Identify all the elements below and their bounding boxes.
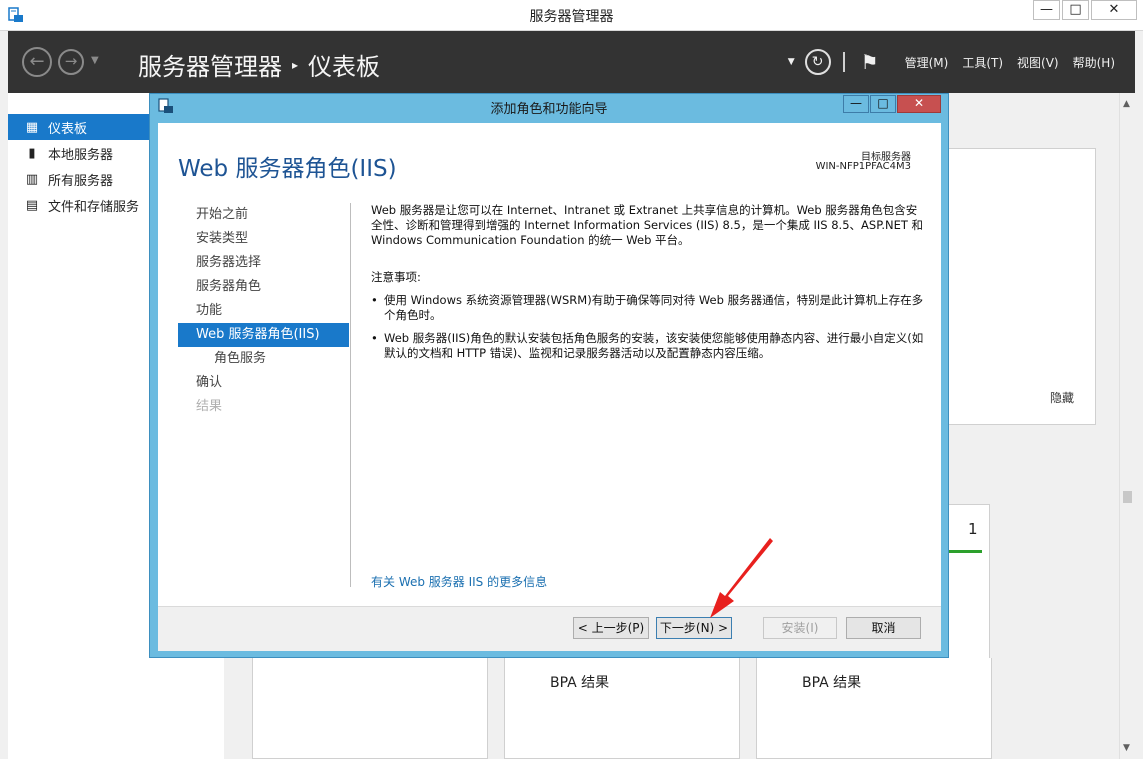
page-title: Web 服务器角色(IIS) [178, 156, 397, 182]
breadcrumb-root: 服务器管理器 [138, 53, 282, 81]
notes-title: 注意事项: [371, 270, 421, 284]
scroll-up-icon[interactable]: ▲ [1123, 99, 1130, 109]
scrollbar-thumb[interactable] [1123, 491, 1132, 503]
tile-count[interactable]: 1 [968, 520, 978, 538]
maximize-button[interactable]: □ [1062, 0, 1089, 20]
step-web-server-role[interactable]: Web 服务器角色(IIS) [178, 323, 349, 347]
tile-1 [252, 658, 488, 759]
bullet-icon: • [371, 293, 378, 307]
sidebar-item-label: 所有服务器 [48, 173, 114, 189]
window-titlebar: 服务器管理器 — □ ✕ [0, 0, 1143, 31]
step-confirmation[interactable]: 确认 [178, 371, 349, 395]
header-dropdown-icon[interactable]: ▼ [788, 57, 795, 67]
close-button[interactable]: ✕ [1091, 0, 1137, 20]
history-dropdown-icon[interactable]: ▼ [91, 55, 99, 66]
previous-button[interactable]: < 上一步(P) [573, 617, 649, 639]
wizard-titlebar: 添加角色和功能向导 — □ ✕ [150, 94, 948, 118]
note-text: Web 服务器(IIS)角色的默认安装包括角色服务的安装，该安装使您能够使用静态… [384, 331, 924, 360]
tile-3 [756, 658, 992, 759]
wizard-close-button[interactable]: ✕ [897, 95, 941, 113]
step-installation-type[interactable]: 安装类型 [178, 227, 349, 251]
scroll-down-icon[interactable]: ▼ [1123, 743, 1130, 753]
more-info-link[interactable]: 有关 Web 服务器 IIS 的更多信息 [371, 573, 547, 590]
wizard-title: 添加角色和功能向导 [490, 102, 608, 117]
list-item: • 使用 Windows 系统资源管理器(WSRM)有助于确保等同对待 Web … [371, 293, 927, 323]
notifications-flag-icon[interactable]: ⚑ [861, 50, 879, 74]
menu-manage[interactable]: 管理(M) [905, 54, 949, 71]
dashboard-icon: ▦ [25, 119, 39, 135]
target-server-value: WIN-NFP1PFAC4M3 [815, 161, 911, 172]
wizard-maximize-button[interactable]: □ [870, 95, 896, 113]
refresh-icon[interactable]: ↻ [804, 49, 831, 75]
menu-help[interactable]: 帮助(H) [1073, 54, 1115, 71]
minimize-button[interactable]: — [1033, 0, 1060, 20]
wizard-footer: < 上一步(P) 下一步(N) > 安装(I) 取消 [158, 606, 941, 651]
steps-divider [350, 203, 351, 587]
window-title: 服务器管理器 [529, 9, 614, 25]
sidebar-item-label: 本地服务器 [48, 147, 114, 163]
role-description: Web 服务器是让您可以在 Internet、Intranet 或 Extran… [371, 203, 924, 247]
app-header: ← → ▼ 服务器管理器 ▸ 仪表板 ▼ ↻ ⚑ 管理(M) 工具(T) 视图(… [8, 31, 1135, 93]
notes-list: • 使用 Windows 系统资源管理器(WSRM)有助于确保等同对待 Web … [371, 293, 927, 369]
tile-2 [504, 658, 740, 759]
install-button: 安装(I) [763, 617, 837, 639]
header-divider [842, 52, 845, 72]
server-icon: ▮ [28, 145, 36, 161]
hide-link[interactable]: 隐藏 [1050, 389, 1074, 406]
menu-view[interactable]: 视图(V) [1017, 54, 1059, 71]
bullet-icon: • [371, 331, 378, 345]
forward-arrow-icon[interactable]: → [58, 49, 84, 75]
breadcrumb-separator-icon: ▸ [292, 57, 299, 72]
step-server-selection[interactable]: 服务器选择 [178, 251, 349, 275]
welcome-card [940, 148, 1096, 425]
storage-icon: ▤ [25, 197, 39, 213]
wizard-minimize-button[interactable]: — [843, 95, 869, 113]
scrollbar[interactable]: ▲ ▼ [1119, 93, 1135, 759]
breadcrumb: 服务器管理器 ▸ 仪表板 [138, 47, 380, 82]
wizard-body: Web 服务器角色(IIS) 目标服务器 WIN-NFP1PFAC4M3 开始之… [158, 123, 941, 606]
menu-tools[interactable]: 工具(T) [962, 54, 1003, 71]
step-features[interactable]: 功能 [178, 299, 349, 323]
next-button[interactable]: 下一步(N) > [656, 617, 732, 639]
step-results: 结果 [196, 399, 223, 414]
bpa-results-label[interactable]: BPA 结果 [802, 672, 861, 692]
sidebar-item-label: 仪表板 [48, 121, 88, 137]
servers-icon: ▥ [25, 171, 39, 187]
sidebar-item-label: 文件和存储服务 [48, 199, 140, 215]
step-role-services[interactable]: 角色服务 [178, 347, 349, 371]
cancel-button[interactable]: 取消 [846, 617, 921, 639]
wizard-steps: 开始之前 安装类型 服务器选择 服务器角色 功能 Web 服务器角色(IIS) … [178, 203, 349, 419]
back-arrow-icon[interactable]: ← [22, 47, 52, 77]
bpa-results-label[interactable]: BPA 结果 [550, 672, 609, 692]
add-roles-wizard: 添加角色和功能向导 — □ ✕ Web 服务器角色(IIS) 目标服务器 WIN… [149, 93, 949, 658]
breadcrumb-current: 仪表板 [308, 53, 381, 81]
tile-status-bar [944, 550, 982, 553]
note-text: 使用 Windows 系统资源管理器(WSRM)有助于确保等同对待 Web 服务… [384, 293, 924, 322]
list-item: • Web 服务器(IIS)角色的默认安装包括角色服务的安装，该安装使您能够使用… [371, 331, 927, 361]
step-server-roles[interactable]: 服务器角色 [178, 275, 349, 299]
step-before-begin[interactable]: 开始之前 [178, 203, 349, 227]
